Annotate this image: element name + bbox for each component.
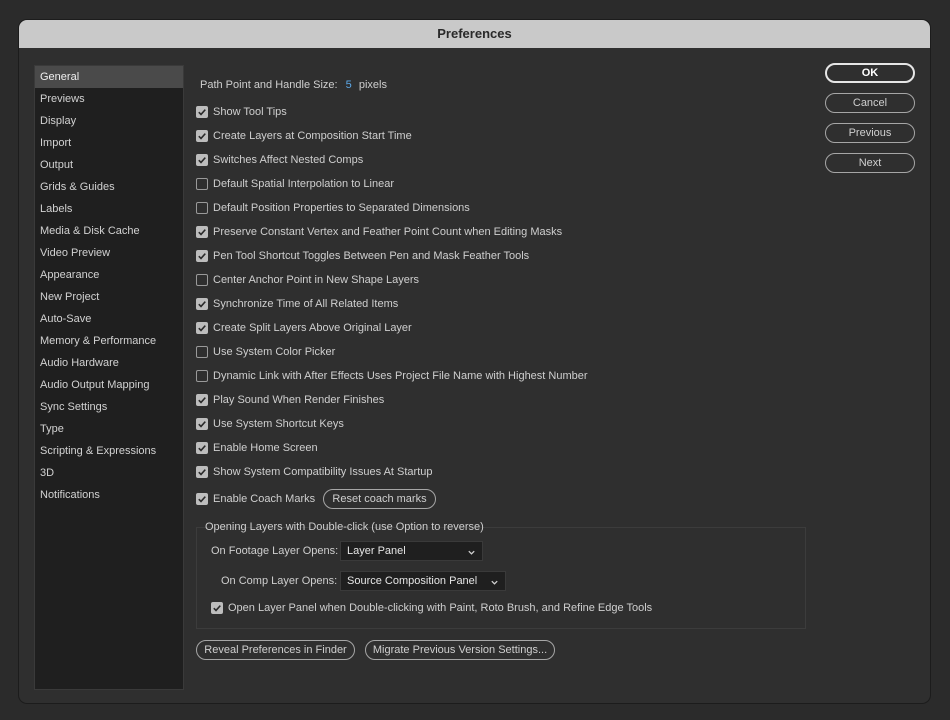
- reveal-preferences-button[interactable]: Reveal Preferences in Finder: [196, 640, 355, 660]
- checkmark-icon: [198, 397, 206, 404]
- ok-button[interactable]: OK: [825, 63, 915, 83]
- create-layers-at-start-checkbox[interactable]: [196, 130, 208, 142]
- show-tool-tips-checkbox[interactable]: [196, 106, 208, 118]
- preserve-vertex-count-row[interactable]: Preserve Constant Vertex and Feather Poi…: [196, 223, 562, 241]
- spatial-interpolation-linear-label: Default Spatial Interpolation to Linear: [213, 178, 395, 190]
- spatial-interpolation-linear-row[interactable]: Default Spatial Interpolation to Linear: [196, 175, 394, 193]
- switches-nested-comps-checkbox[interactable]: [196, 154, 208, 166]
- spatial-interpolation-linear-checkbox[interactable]: [196, 178, 208, 190]
- synchronize-time-checkbox[interactable]: [196, 298, 208, 310]
- chevron-down-icon: [467, 545, 476, 563]
- checkmark-icon: [198, 253, 206, 260]
- center-anchor-point-label: Center Anchor Point in New Shape Layers: [213, 274, 420, 286]
- checkmark-icon: [198, 229, 206, 236]
- cancel-button[interactable]: Cancel: [825, 93, 915, 113]
- switches-nested-comps-row[interactable]: Switches Affect Nested Comps: [196, 151, 363, 169]
- checkmark-icon: [198, 421, 206, 428]
- checkmark-icon: [198, 133, 206, 140]
- system-color-picker-label: Use System Color Picker: [213, 346, 336, 358]
- open-layer-panel-checkbox[interactable]: [211, 602, 223, 614]
- switches-nested-comps-label: Switches Affect Nested Comps: [213, 154, 364, 166]
- checkmark-icon: [198, 445, 206, 452]
- compatibility-issues-startup-row[interactable]: Show System Compatibility Issues At Star…: [196, 463, 432, 481]
- footage-layer-dropdown[interactable]: Layer Panel: [340, 541, 483, 561]
- pen-tool-toggle-row[interactable]: Pen Tool Shortcut Toggles Between Pen an…: [196, 247, 529, 265]
- enable-coach-marks-label: Enable Coach Marks: [213, 493, 316, 505]
- checkmark-icon: [198, 496, 206, 503]
- previous-button[interactable]: Previous: [825, 123, 915, 143]
- checkmark-icon: [198, 301, 206, 308]
- pen-tool-toggle-checkbox[interactable]: [196, 250, 208, 262]
- footage-layer-value: Layer Panel: [347, 545, 406, 557]
- center-anchor-point-checkbox[interactable]: [196, 274, 208, 286]
- center-anchor-point-row[interactable]: Center Anchor Point in New Shape Layers: [196, 271, 419, 289]
- checkmark-icon: [213, 605, 221, 612]
- preserve-vertex-count-label: Preserve Constant Vertex and Feather Poi…: [213, 226, 563, 238]
- checkmark-icon: [198, 157, 206, 164]
- compatibility-issues-startup-label: Show System Compatibility Issues At Star…: [213, 466, 433, 478]
- dynamic-link-highest-number-checkbox[interactable]: [196, 370, 208, 382]
- play-sound-render-checkbox[interactable]: [196, 394, 208, 406]
- create-layers-at-start-row[interactable]: Create Layers at Composition Start Time: [196, 127, 412, 145]
- split-layers-above-checkbox[interactable]: [196, 322, 208, 334]
- open-layer-panel-label: Open Layer Panel when Double-clicking wi…: [228, 602, 653, 614]
- comp-layer-dropdown[interactable]: Source Composition Panel: [340, 571, 506, 591]
- synchronize-time-row[interactable]: Synchronize Time of All Related Items: [196, 295, 398, 313]
- system-color-picker-checkbox[interactable]: [196, 346, 208, 358]
- open-layer-panel-row[interactable]: Open Layer Panel when Double-clicking wi…: [211, 599, 652, 617]
- system-color-picker-row[interactable]: Use System Color Picker: [196, 343, 335, 361]
- system-shortcut-keys-row[interactable]: Use System Shortcut Keys: [196, 415, 344, 433]
- enable-home-screen-checkbox[interactable]: [196, 442, 208, 454]
- split-layers-above-row[interactable]: Create Split Layers Above Original Layer: [196, 319, 412, 337]
- dynamic-link-highest-number-row[interactable]: Dynamic Link with After Effects Uses Pro…: [196, 367, 588, 385]
- footage-layer-label: On Footage Layer Opens:: [211, 545, 339, 557]
- comp-layer-label: On Comp Layer Opens:: [221, 575, 338, 587]
- split-layers-above-label: Create Split Layers Above Original Layer: [213, 322, 412, 334]
- next-button[interactable]: Next: [825, 153, 915, 173]
- double-click-group-title: Opening Layers with Double-click (use Op…: [205, 521, 484, 533]
- play-sound-render-label: Play Sound When Render Finishes: [213, 394, 385, 406]
- migrate-settings-button[interactable]: Migrate Previous Version Settings...: [365, 640, 555, 660]
- create-layers-at-start-label: Create Layers at Composition Start Time: [213, 130, 412, 142]
- dynamic-link-highest-number-label: Dynamic Link with After Effects Uses Pro…: [213, 370, 588, 382]
- chevron-down-icon: [490, 575, 499, 593]
- position-separated-dimensions-label: Default Position Properties to Separated…: [213, 202, 470, 214]
- path-point-size-row: Path Point and Handle Size: 5 pixels: [200, 79, 387, 91]
- comp-layer-value: Source Composition Panel: [347, 575, 478, 587]
- path-point-size-label: Path Point and Handle Size:: [200, 79, 338, 91]
- enable-coach-marks-checkbox[interactable]: [196, 493, 208, 505]
- enable-home-screen-label: Enable Home Screen: [213, 442, 318, 454]
- preserve-vertex-count-checkbox[interactable]: [196, 226, 208, 238]
- general-panel: Path Point and Handle Size: 5 pixels Sho…: [19, 20, 930, 703]
- enable-home-screen-row[interactable]: Enable Home Screen: [196, 439, 318, 457]
- enable-coach-marks-row[interactable]: Enable Coach Marks: [196, 490, 315, 508]
- show-tool-tips-row[interactable]: Show Tool Tips: [196, 103, 287, 121]
- path-point-size-unit: pixels: [358, 79, 387, 91]
- system-shortcut-keys-label: Use System Shortcut Keys: [213, 418, 344, 430]
- system-shortcut-keys-checkbox[interactable]: [196, 418, 208, 430]
- play-sound-render-row[interactable]: Play Sound When Render Finishes: [196, 391, 384, 409]
- position-separated-dimensions-row[interactable]: Default Position Properties to Separated…: [196, 199, 470, 217]
- path-point-size-value[interactable]: 5: [346, 79, 352, 91]
- compatibility-issues-startup-checkbox[interactable]: [196, 466, 208, 478]
- reset-coach-marks-button[interactable]: Reset coach marks: [323, 489, 436, 509]
- show-tool-tips-label: Show Tool Tips: [213, 106, 287, 118]
- checkmark-icon: [198, 469, 206, 476]
- checkmark-icon: [198, 109, 206, 116]
- synchronize-time-label: Synchronize Time of All Related Items: [213, 298, 399, 310]
- position-separated-dimensions-checkbox[interactable]: [196, 202, 208, 214]
- checkmark-icon: [198, 325, 206, 332]
- pen-tool-toggle-label: Pen Tool Shortcut Toggles Between Pen an…: [213, 250, 530, 262]
- preferences-dialog: Preferences General Previews Display Imp…: [19, 20, 930, 703]
